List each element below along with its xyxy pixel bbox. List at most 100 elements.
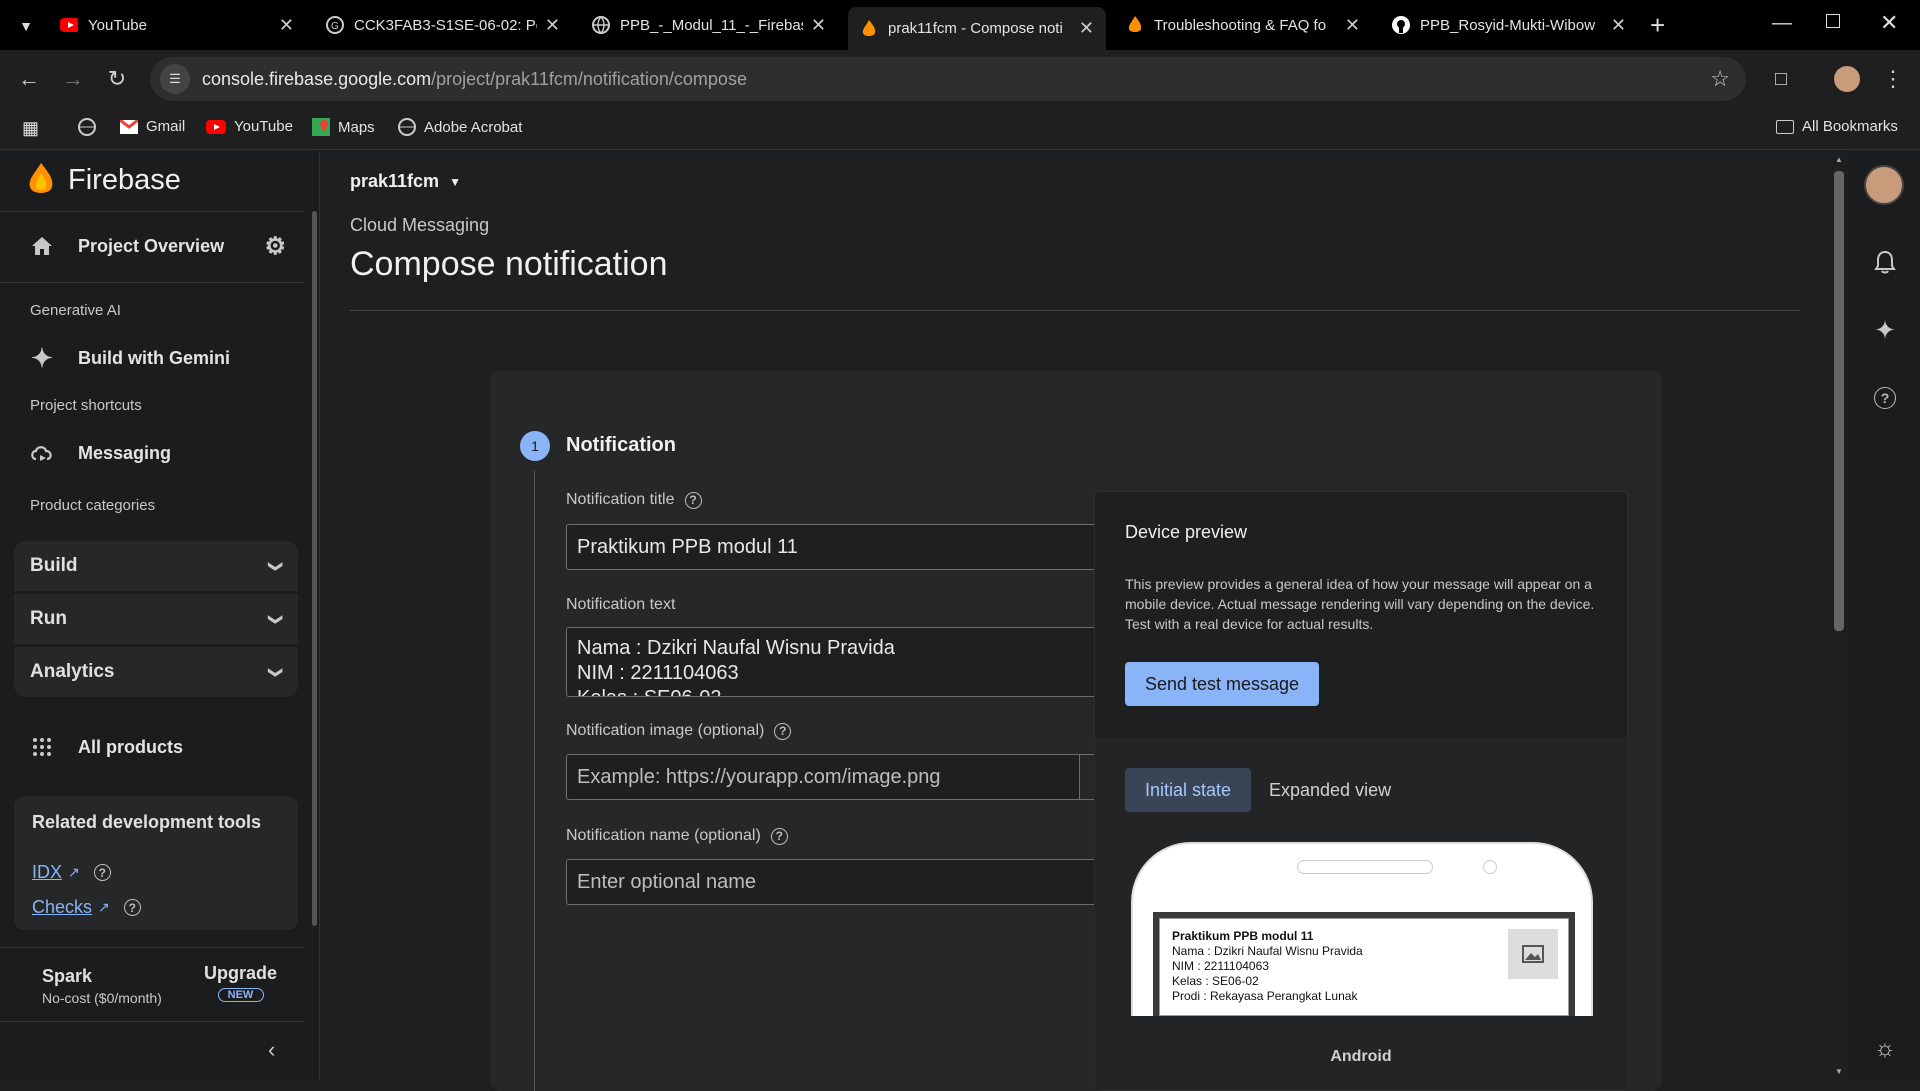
youtube-icon <box>60 16 78 34</box>
help-icon[interactable]: ? <box>684 491 702 509</box>
send-test-message-button[interactable]: Send test message <box>1125 662 1319 706</box>
all-bookmarks[interactable]: All Bookmarks <box>1776 118 1898 135</box>
tab-expanded-view[interactable]: Expanded view <box>1269 768 1391 812</box>
category-analytics[interactable]: Analytics ❯ <box>14 647 298 697</box>
sidebar-scrollbar[interactable] <box>312 211 317 926</box>
image-placeholder-icon <box>1508 929 1558 979</box>
menu-icon[interactable]: ⋮ <box>1878 64 1908 94</box>
plan-desc: No-cost ($0/month) <box>42 990 162 1006</box>
phone-screen: Praktikum PPB modul 11 Nama : Dzikri Nau… <box>1153 912 1575 1016</box>
step-title: Notification <box>566 434 676 456</box>
gemini-sparkle-icon[interactable]: ✦ <box>1870 315 1900 345</box>
dropdown-arrow-icon: ▼ <box>449 174 461 189</box>
close-icon[interactable]: ✕ <box>279 15 294 36</box>
notification-name-input[interactable]: Enter optional name <box>566 859 1156 905</box>
tab-title: PPB_Rosyid-Mukti-Wibow <box>1420 16 1596 34</box>
reload-icon[interactable]: ↻ <box>102 64 132 94</box>
help-icon[interactable]: ? <box>123 899 141 916</box>
course-icon: G <box>326 16 344 34</box>
tab-title: prak11fcm - Compose noti <box>888 20 1063 37</box>
firebase-icon <box>1126 16 1144 34</box>
help-icon[interactable]: ? <box>770 827 788 845</box>
step-line <box>534 471 535 1091</box>
bookmark-globe[interactable] <box>78 118 96 136</box>
breadcrumb: Cloud Messaging <box>350 215 490 235</box>
tab-compose-active[interactable]: prak11fcm - Compose noti ✕ <box>848 7 1106 50</box>
preview-text-block: Praktikum PPB modul 11 Nama : Dzikri Nau… <box>1172 929 1363 1004</box>
notification-image-input[interactable]: Example: https://yourapp.com/image.png <box>566 754 1080 800</box>
minimize-icon[interactable]: — <box>1772 12 1792 35</box>
idx-link[interactable]: IDX <box>32 862 62 883</box>
home-icon <box>28 232 56 260</box>
firebase-icon <box>860 19 878 38</box>
extensions-icon[interactable]: □ <box>1766 64 1796 94</box>
firebase-logo[interactable]: Firebase <box>28 163 181 197</box>
close-icon[interactable]: ✕ <box>1345 15 1360 36</box>
tab-search-icon[interactable]: ▼ <box>14 14 38 38</box>
external-link-icon: ↗ <box>98 899 110 915</box>
tab-github[interactable]: PPB_Rosyid-Mukti-Wibow ✕ <box>1380 7 1638 43</box>
checks-link[interactable]: Checks <box>32 897 92 918</box>
collapse-sidebar-icon[interactable]: ‹ <box>268 1037 275 1063</box>
phone-mockup: Praktikum PPB modul 11 Nama : Dzikri Nau… <box>1131 842 1593 1016</box>
project-overview[interactable]: Project Overview ⚙ <box>14 222 296 270</box>
tab-youtube[interactable]: YouTube ✕ <box>48 7 306 43</box>
site-info-icon[interactable]: ☰ <box>160 64 190 94</box>
tab-initial-state[interactable]: Initial state <box>1125 768 1251 812</box>
notifications-bell-icon[interactable] <box>1870 247 1900 277</box>
device-preview-title: Device preview <box>1125 522 1248 542</box>
right-rail: ✦ ? ☼ <box>1848 151 1920 1080</box>
back-icon[interactable]: ← <box>14 64 44 94</box>
notification-title-label: Notification title ? <box>566 491 702 509</box>
gear-icon[interactable]: ⚙ <box>264 232 286 261</box>
close-icon[interactable]: ✕ <box>1611 15 1626 36</box>
apps-icon[interactable]: ▦ <box>22 118 39 139</box>
phone-camera <box>1483 860 1497 874</box>
bookmark-acrobat[interactable]: Adobe Acrobat <box>398 118 522 136</box>
help-icon[interactable]: ? <box>774 722 792 740</box>
close-icon[interactable]: ✕ <box>545 15 560 36</box>
help-icon[interactable]: ? <box>93 864 111 881</box>
input-placeholder: Enter optional name <box>577 870 757 893</box>
text-line: Nama : Dzikri Naufal Wisnu Pravida <box>577 637 895 659</box>
bookmark-gmail[interactable]: Gmail <box>120 118 185 135</box>
new-tab-icon[interactable]: + <box>1650 10 1665 41</box>
idx-link-row: IDX ↗ ? <box>32 862 111 883</box>
bookmark-youtube[interactable]: YouTube <box>206 118 293 135</box>
profile-avatar[interactable] <box>1834 66 1860 92</box>
account-avatar[interactable] <box>1864 165 1904 205</box>
sidebar-item-label: All products <box>78 736 184 757</box>
tab-troubleshooting[interactable]: Troubleshooting & FAQ fo ✕ <box>1114 7 1372 43</box>
close-icon[interactable]: ✕ <box>811 15 826 36</box>
forward-icon[interactable]: → <box>58 64 88 94</box>
url-field[interactable]: ☰ console.firebase.google.com /project/p… <box>150 57 1746 101</box>
header-divider <box>350 310 1800 311</box>
tab-modul[interactable]: PPB_-_Modul_11_-_Firebas ✕ <box>580 7 838 43</box>
checks-link-row: Checks ↗ ? <box>32 897 141 918</box>
section-product-categories: Product categories <box>30 497 156 514</box>
notification-text-textarea[interactable]: Nama : Dzikri Naufal Wisnu Pravida NIM :… <box>566 627 1156 697</box>
close-icon[interactable]: ✕ <box>1079 18 1094 39</box>
theme-toggle-icon[interactable]: ☼ <box>1870 1034 1900 1064</box>
notification-name-label: Notification name (optional) ? <box>566 827 788 845</box>
divider <box>0 947 305 948</box>
main-scrollbar[interactable]: ▲ ▼ <box>1830 151 1848 1080</box>
category-run[interactable]: Run ❯ <box>14 594 298 644</box>
tab-course[interactable]: G CCK3FAB3-S1SE-06-02: Per ✕ <box>314 7 572 43</box>
compose-card: 1 Notification Notification title ? Prak… <box>490 371 1662 1091</box>
sidebar-item-messaging[interactable]: Messaging <box>14 429 296 477</box>
help-circle-icon[interactable]: ? <box>1870 383 1900 413</box>
input-value: Praktikum PPB modul 11 <box>577 535 798 558</box>
bookmark-maps[interactable]: Maps <box>312 118 375 136</box>
close-window-icon[interactable]: ✕ <box>1880 10 1898 36</box>
star-icon[interactable]: ☆ <box>1710 66 1730 92</box>
platform-label: Android <box>1330 1048 1392 1065</box>
notification-title-input[interactable]: Praktikum PPB modul 11 <box>566 524 1156 570</box>
upgrade-button[interactable]: Upgrade NEW <box>204 963 277 1002</box>
sidebar-item-all-products[interactable]: All products <box>14 723 296 771</box>
sidebar-item-gemini[interactable]: ✦ Build with Gemini <box>14 334 296 382</box>
restore-icon[interactable] <box>1826 14 1840 28</box>
project-selector[interactable]: prak11fcm ▼ <box>350 171 461 192</box>
category-build[interactable]: Build ❯ <box>14 541 298 591</box>
tab-title: PPB_-_Modul_11_-_Firebas <box>620 16 803 34</box>
